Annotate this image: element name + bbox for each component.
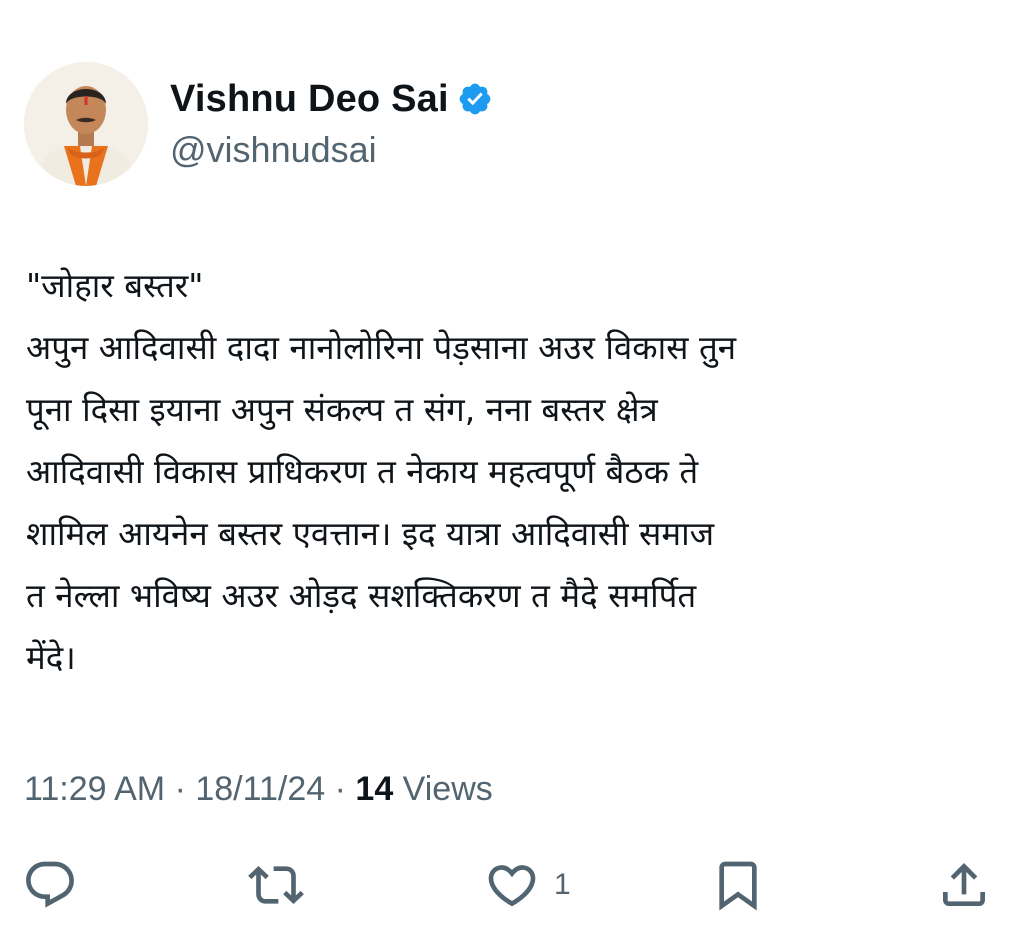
author-handle[interactable]: @vishnudsai	[170, 129, 493, 171]
tweet-text-line: "जोहार बस्तर"	[26, 266, 204, 305]
reply-button[interactable]	[22, 855, 78, 915]
tweet-text-line: शामिल आयनेन बस्तर एवत्तान। इद यात्रा आदि…	[26, 514, 715, 553]
tweet-detail: Vishnu Deo Sai @vishnudsai "जोहार बस्तर"…	[0, 0, 1024, 950]
tweet-text-line: अपुन आदिवासी दादा नानोलोरिना पेड़साना अउ…	[26, 328, 737, 367]
share-icon	[936, 857, 992, 913]
bookmark-icon	[710, 857, 766, 913]
tweet-header: Vishnu Deo Sai @vishnudsai	[24, 62, 493, 186]
like-button[interactable]: 1	[484, 855, 571, 915]
meta-separator: ·	[165, 770, 196, 808]
tweet-text-line: त नेल्ला भविष्य अउर ओड़द सशक्तिकरण त मैद…	[26, 576, 697, 615]
tweet-text-line: पूना दिसा इयाना अपुन संकल्प त संग, नना ब…	[26, 390, 658, 429]
name-row: Vishnu Deo Sai	[170, 78, 493, 121]
bookmark-button[interactable]	[710, 855, 766, 915]
tweet-text-line: मेंदे।	[26, 638, 76, 677]
share-button[interactable]	[936, 855, 992, 915]
author-names: Vishnu Deo Sai @vishnudsai	[170, 78, 493, 171]
verified-badge-icon[interactable]	[457, 81, 493, 117]
repost-icon	[248, 857, 304, 913]
tweet-time[interactable]: 11:29 AM	[24, 770, 165, 808]
tweet-text-line: आदिवासी विकास प्राधिकरण त नेकाय महत्वपूर…	[26, 452, 699, 491]
action-bar: 1	[0, 855, 1024, 915]
meta-separator: ·	[325, 770, 356, 808]
avatar[interactable]	[24, 62, 148, 186]
tweet-meta: 11:29 AM · 18/11/24 · 14 Views	[24, 770, 493, 809]
display-name[interactable]: Vishnu Deo Sai	[170, 78, 449, 121]
tweet-text: "जोहार बस्तर" अपुन आदिवासी दादा नानोलोरि…	[26, 255, 1001, 689]
reply-icon	[22, 857, 78, 913]
views-label[interactable]: Views	[393, 770, 493, 808]
repost-button[interactable]	[248, 855, 304, 915]
like-count: 1	[554, 868, 571, 901]
heart-icon	[484, 857, 540, 913]
tweet-date[interactable]: 18/11/24	[195, 770, 325, 808]
views-count[interactable]: 14	[355, 770, 393, 808]
